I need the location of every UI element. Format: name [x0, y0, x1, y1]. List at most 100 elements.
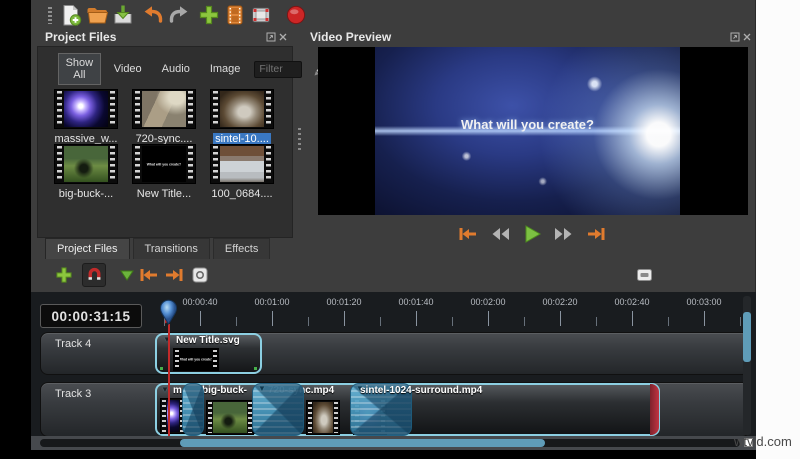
jump-end-icon: [587, 228, 604, 240]
horizontal-scrollbar-thumb[interactable]: [180, 439, 545, 447]
ruler-label: 00:02:00: [470, 297, 506, 307]
dock-tab-effects[interactable]: Effects: [212, 238, 271, 259]
clip-label-big-buck: big-buck-: [202, 385, 247, 396]
playhead-marker[interactable]: [158, 299, 179, 334]
clip-new-title[interactable]: ▼ New Title.svg What will you create?: [155, 333, 262, 374]
chevron-down-icon[interactable]: ▼: [258, 384, 266, 393]
clip-label: New Title.svg: [176, 335, 240, 346]
ruler-tick: [272, 311, 273, 326]
vertical-scrollbar-track[interactable]: [743, 296, 751, 435]
vertical-scrollbar-thumb[interactable]: [743, 312, 751, 362]
save-project-button[interactable]: [110, 3, 136, 27]
new-project-button[interactable]: [58, 3, 84, 27]
ruler-tick-minor: [740, 317, 741, 326]
video-preview-panel: Video Preview What will you create?: [307, 28, 756, 250]
file-item[interactable]: big-buck-...: [50, 144, 122, 202]
jump-to-start-button[interactable]: [456, 223, 480, 245]
play-button[interactable]: [520, 223, 544, 245]
watermark: wtvid.com: [734, 434, 792, 449]
ruler-tick-minor: [596, 317, 597, 326]
playback-controls: [307, 220, 756, 248]
add-track-button[interactable]: [53, 264, 75, 286]
close-panel-icon[interactable]: [277, 31, 289, 43]
float-panel-icon[interactable]: [265, 31, 277, 43]
file-thumbnail: [54, 89, 118, 129]
dock-tab-transitions[interactable]: Transitions: [132, 238, 210, 259]
video-preview-screen[interactable]: What will you create?: [318, 47, 748, 215]
file-thumbnail: [54, 144, 118, 184]
fullscreen-button[interactable]: [248, 3, 274, 27]
filter-tab-video[interactable]: Video: [107, 53, 149, 85]
export-video-button[interactable]: [283, 3, 309, 27]
undo-button[interactable]: [140, 3, 166, 27]
new-project-icon: [63, 5, 82, 26]
arrow-right-bar-icon: [166, 269, 183, 281]
ruler-tick-minor: [308, 317, 309, 326]
file-item[interactable]: sintel-10....: [206, 89, 278, 147]
fast-forward-icon: [554, 228, 571, 240]
file-thumbnail: What will you create?: [132, 144, 196, 184]
record-circle-icon: [286, 5, 306, 25]
ruler-label: 00:02:40: [614, 297, 650, 307]
track-3-label: Track 3: [55, 388, 92, 400]
zoom-scale-button[interactable]: [635, 267, 653, 282]
dock-tab-bar: Project Files Transitions Effects: [45, 238, 271, 259]
timeline: 00:00:31:15 00:00:40 00:01:00 00:01:20 00:0…: [31, 292, 756, 450]
choose-profile-button[interactable]: [222, 3, 248, 27]
clip-thumb-big-buck: [206, 400, 254, 435]
rewind-button[interactable]: [488, 223, 512, 245]
dock-tab-project-files[interactable]: Project Files: [45, 238, 130, 259]
fullscreen-icon: [252, 7, 270, 23]
ruler-tick: [488, 311, 489, 326]
dock-splitter[interactable]: [293, 28, 307, 238]
close-panel-icon[interactable]: [741, 31, 753, 43]
snapping-toggle-button[interactable]: [82, 263, 106, 287]
magnet-icon: [88, 267, 100, 280]
preview-frame: What will you create?: [375, 47, 680, 215]
import-files-button[interactable]: [196, 3, 222, 27]
previous-marker-button[interactable]: [138, 266, 160, 284]
redo-button[interactable]: [166, 3, 192, 27]
fast-forward-button[interactable]: [552, 223, 576, 245]
filter-tab-show-all[interactable]: Show All: [58, 53, 101, 85]
filter-tab-image[interactable]: Image: [203, 53, 248, 85]
timeline-toolbar: 20 seconds: [31, 260, 756, 292]
track-4-lane[interactable]: Track 4: [40, 332, 750, 375]
ruler-tick-minor: [524, 317, 525, 326]
arrow-left-bar-icon: [140, 269, 157, 281]
filter-tab-audio[interactable]: Audio: [155, 53, 197, 85]
file-item[interactable]: 720-sync....: [128, 89, 200, 147]
timeline-scroll-area: [31, 436, 756, 450]
ruler-tick-minor: [380, 317, 381, 326]
next-marker-button[interactable]: [163, 266, 185, 284]
project-files-title: Project Files: [45, 30, 117, 44]
ruler-tick: [416, 311, 417, 326]
open-project-button[interactable]: [84, 3, 110, 27]
file-thumbnail: [210, 89, 274, 129]
plus-icon: [199, 5, 219, 25]
zoom-fit-button[interactable]: [191, 266, 209, 284]
float-panel-icon[interactable]: [729, 31, 741, 43]
add-marker-button[interactable]: [119, 268, 135, 282]
main-toolbar: [31, 0, 755, 30]
file-thumbnail: [132, 89, 196, 129]
save-icon: [114, 5, 132, 24]
undo-icon: [144, 6, 163, 23]
ruler-label: 00:01:20: [326, 297, 362, 307]
ruler-label: 00:02:20: [542, 297, 578, 307]
file-item[interactable]: What will you create? New Title...: [128, 144, 200, 202]
ruler-tick: [560, 311, 561, 326]
file-item[interactable]: 100_0684....: [206, 144, 278, 202]
screen-icon: [636, 268, 652, 281]
track-3-clips[interactable]: ▼ m big-buck- 720-sync.mp4 sintel-1024-s…: [155, 383, 660, 436]
play-icon: [525, 225, 541, 243]
clip-trim-handle[interactable]: [650, 384, 659, 435]
open-folder-icon: [87, 8, 109, 24]
jump-to-end-button[interactable]: [584, 223, 608, 245]
transition-clip[interactable]: [182, 383, 204, 436]
preview-title-text: What will you create?: [461, 117, 594, 132]
transition-clip[interactable]: ▼: [252, 383, 304, 436]
toolbar-grip[interactable]: [48, 7, 52, 24]
file-item[interactable]: massive_w...: [50, 89, 122, 147]
playhead-timecode: 00:00:31:15: [40, 304, 142, 328]
